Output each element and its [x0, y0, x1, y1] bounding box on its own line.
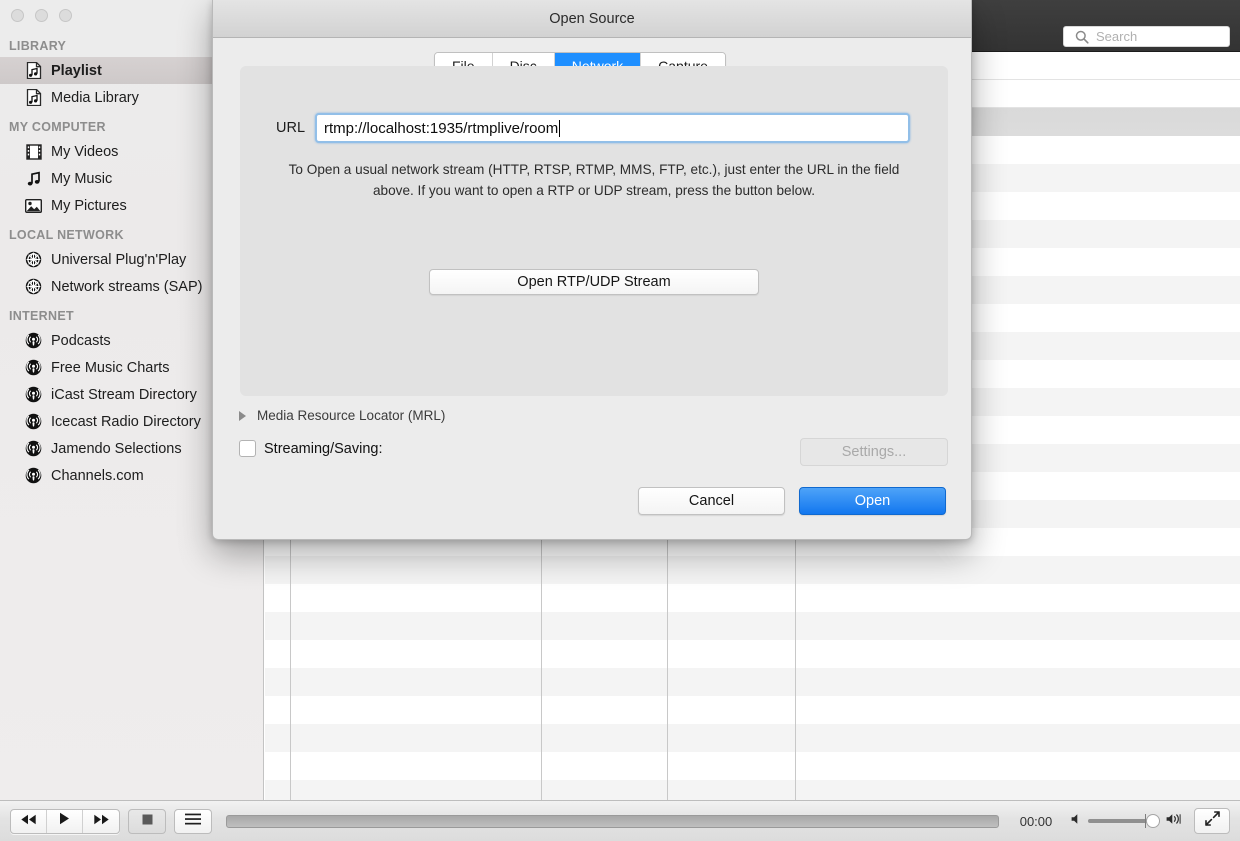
open-rtp-udp-stream-button[interactable]: Open RTP/UDP Stream	[429, 269, 759, 295]
volume-slider[interactable]	[1088, 814, 1160, 828]
sidebar-item-label: Playlist	[51, 62, 102, 79]
vlc-app-window: LIBRARY Playlist Media Library MY COMPUT…	[0, 0, 1240, 841]
playlist-file-icon	[24, 61, 43, 80]
previous-button[interactable]	[11, 809, 47, 833]
search-icon	[1075, 30, 1089, 44]
table-row[interactable]	[265, 668, 1240, 696]
streaming-saving-row: Streaming/Saving:	[239, 440, 382, 457]
table-row[interactable]	[265, 584, 1240, 612]
globe-icon	[24, 250, 43, 269]
url-row: URL rtmp://localhost:1935/rtmplive/room	[276, 113, 910, 143]
sidebar-item-label: Channels.com	[51, 467, 144, 484]
sidebar-item-label: Universal Plug'n'Play	[51, 251, 187, 268]
minimize-button-icon[interactable]	[35, 8, 48, 22]
globe-icon	[24, 277, 43, 296]
volume-slider-knob[interactable]	[1146, 814, 1160, 828]
next-button[interactable]	[83, 810, 119, 833]
mrl-disclosure-row[interactable]: Media Resource Locator (MRL)	[239, 408, 445, 423]
music-note-icon	[24, 169, 43, 188]
dialog-action-buttons: Cancel Open	[638, 487, 946, 515]
sidebar-item-label: Icecast Radio Directory	[51, 413, 201, 430]
chevron-right-icon[interactable]	[239, 410, 246, 421]
table-row[interactable]	[265, 696, 1240, 724]
dialog-title: Open Source	[213, 0, 971, 38]
podcast-icon	[24, 358, 43, 377]
table-row[interactable]	[265, 640, 1240, 668]
podcast-icon	[24, 331, 43, 350]
mrl-label: Media Resource Locator (MRL)	[257, 408, 446, 423]
stop-icon	[142, 812, 153, 830]
text-caret	[559, 119, 561, 137]
sidebar-item-label: Jamendo Selections	[51, 440, 182, 457]
volume-control	[1071, 812, 1182, 830]
table-row[interactable]	[265, 780, 1240, 800]
podcast-icon	[24, 466, 43, 485]
network-panel: URL rtmp://localhost:1935/rtmplive/room …	[240, 66, 948, 396]
timecode-label: 00:00	[1019, 813, 1053, 829]
search-input[interactable]: Search	[1063, 26, 1230, 47]
table-row[interactable]	[265, 724, 1240, 752]
play-button[interactable]	[47, 809, 83, 833]
table-row[interactable]	[265, 752, 1240, 780]
previous-icon	[20, 812, 37, 830]
seek-bar[interactable]	[226, 814, 999, 828]
fullscreen-icon	[1204, 811, 1220, 831]
next-icon	[93, 812, 110, 830]
playlist-file-icon	[24, 88, 43, 107]
transport-controls	[10, 808, 120, 834]
sidebar-item-label: Free Music Charts	[51, 359, 170, 376]
sidebar-item-label: Podcasts	[51, 332, 111, 349]
main-window: LIBRARY Playlist Media Library MY COMPUT…	[0, 0, 1240, 841]
settings-button: Settings...	[800, 438, 948, 466]
podcast-icon	[24, 412, 43, 431]
streaming-saving-checkbox[interactable]	[239, 440, 256, 457]
volume-low-icon[interactable]	[1071, 812, 1082, 830]
fullscreen-button[interactable]	[1194, 808, 1230, 834]
play-icon	[59, 812, 70, 830]
search-placeholder: Search	[1096, 29, 1138, 44]
sidebar-item-label: My Music	[51, 170, 113, 187]
film-strip-icon	[24, 142, 43, 161]
cancel-button[interactable]: Cancel	[638, 487, 785, 515]
close-button-icon[interactable]	[11, 8, 24, 22]
streaming-saving-label: Streaming/Saving:	[264, 440, 383, 457]
url-input[interactable]: rtmp://localhost:1935/rtmplive/room	[315, 113, 910, 143]
url-input-value: rtmp://localhost:1935/rtmplive/room	[324, 119, 559, 137]
open-button[interactable]: Open	[799, 487, 946, 515]
sidebar-item-label: My Pictures	[51, 197, 127, 214]
podcast-icon	[24, 439, 43, 458]
sidebar-item-label: Network streams (SAP)	[51, 278, 203, 295]
playlist-toggle-button[interactable]	[174, 808, 212, 834]
table-row[interactable]	[265, 556, 1240, 584]
stop-button[interactable]	[128, 808, 166, 834]
zoom-button-icon[interactable]	[59, 8, 72, 22]
sidebar-item-label: Media Library	[51, 89, 139, 106]
url-label: URL	[276, 120, 306, 136]
sidebar-item-label: iCast Stream Directory	[51, 386, 197, 403]
traffic-lights	[11, 4, 72, 26]
podcast-icon	[24, 385, 43, 404]
open-source-dialog: Open Source File Disc Network Capture UR…	[212, 0, 972, 540]
hamburger-menu-icon	[185, 812, 201, 830]
picture-icon	[24, 196, 43, 215]
table-row[interactable]	[265, 612, 1240, 640]
volume-high-icon[interactable]	[1166, 812, 1182, 830]
sidebar-item-label: My Videos	[51, 143, 119, 160]
network-hint-text: To Open a usual network stream (HTTP, RT…	[288, 162, 900, 198]
player-controls-bar: 00:00	[0, 800, 1240, 841]
